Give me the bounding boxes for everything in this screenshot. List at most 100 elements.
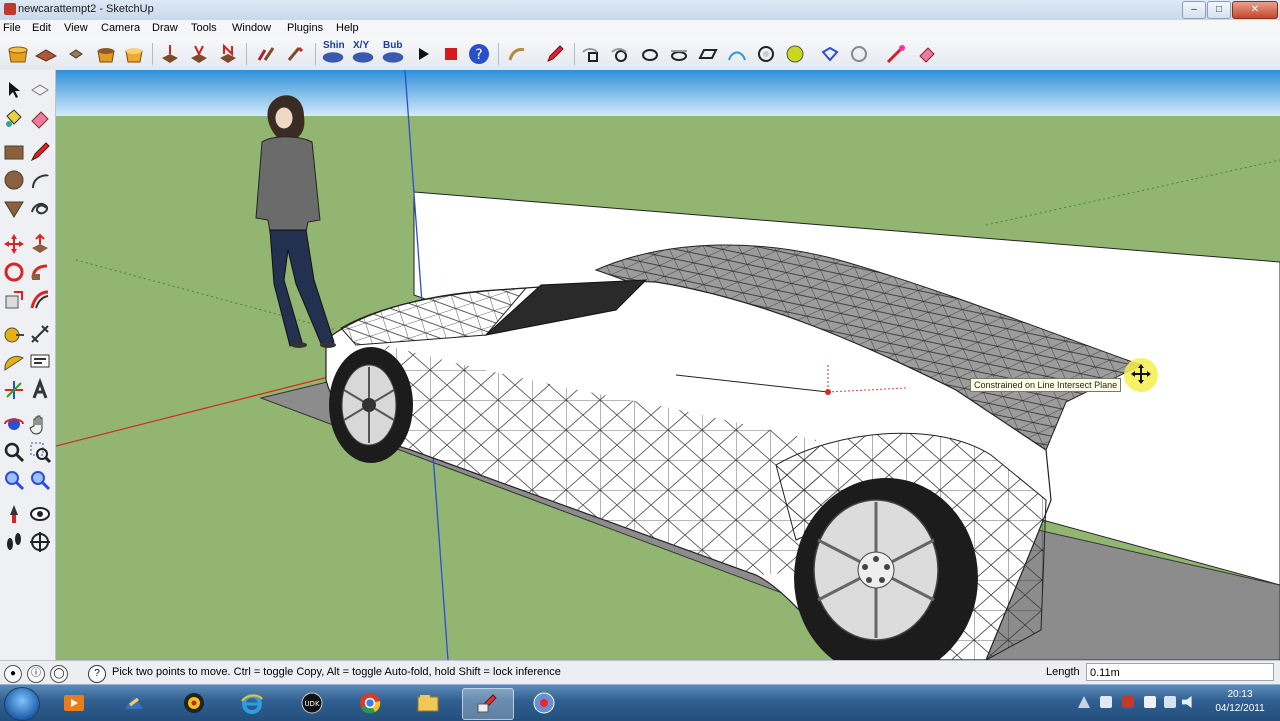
zoom-extents-icon[interactable] xyxy=(2,468,26,492)
follow-me-icon[interactable] xyxy=(725,42,749,66)
menu-draw[interactable]: Draw xyxy=(152,22,178,34)
taskbar-chrome[interactable] xyxy=(346,688,396,718)
walk-icon[interactable] xyxy=(2,530,26,554)
dimension-icon[interactable] xyxy=(28,322,52,346)
loop-select-icon[interactable] xyxy=(818,42,842,66)
select-arrow-icon[interactable] xyxy=(2,78,26,102)
paint-tag-icon[interactable] xyxy=(914,42,938,66)
array-copy-icon[interactable] xyxy=(696,42,720,66)
rectangle-icon[interactable] xyxy=(2,140,26,164)
help-icon[interactable]: ? xyxy=(467,42,491,66)
weld-icon[interactable] xyxy=(783,42,807,66)
look-around-icon[interactable] xyxy=(28,502,52,526)
menu-plugins[interactable]: Plugins xyxy=(287,22,323,34)
mirror-copy-icon[interactable] xyxy=(667,42,691,66)
add-axis-n-icon[interactable] xyxy=(216,42,240,66)
flip-along-icon[interactable] xyxy=(283,42,307,66)
menu-edit[interactable]: Edit xyxy=(32,22,51,34)
arc-icon[interactable] xyxy=(28,168,52,192)
add-axis-j-icon[interactable] xyxy=(158,42,182,66)
share-model-icon[interactable] xyxy=(34,42,58,66)
orbit-icon[interactable] xyxy=(2,412,26,436)
sync-icon[interactable] xyxy=(1100,696,1112,708)
move-icon[interactable] xyxy=(2,232,26,256)
zoom-window-icon[interactable] xyxy=(28,440,52,464)
menu-window[interactable]: Window xyxy=(232,22,271,34)
network-icon[interactable] xyxy=(1164,696,1176,708)
intersect-icon[interactable] xyxy=(754,42,778,66)
taskbar-sketchup[interactable] xyxy=(462,688,514,720)
add-axis-v-icon[interactable] xyxy=(187,42,211,66)
menu-file[interactable]: File xyxy=(3,22,21,34)
tape-measure-icon[interactable] xyxy=(2,322,26,346)
bub-plugin-button[interactable]: Bub xyxy=(381,40,409,66)
freehand-icon[interactable] xyxy=(28,196,52,220)
minimize-button[interactable]: – xyxy=(1182,1,1206,19)
taskbar-recorder[interactable] xyxy=(520,688,570,718)
menu-view[interactable]: View xyxy=(64,22,88,34)
flip-icon[interactable] xyxy=(254,42,278,66)
volume-icon[interactable] xyxy=(1182,696,1192,708)
geo-location-icon[interactable]: ● xyxy=(4,665,22,683)
measurement-box[interactable]: 0.11m xyxy=(1086,663,1274,681)
maximize-button[interactable]: □ xyxy=(1207,1,1231,19)
polygon-icon[interactable] xyxy=(2,196,26,220)
scale-copy-icon[interactable] xyxy=(638,42,662,66)
taskbar: UDK 20:13 04/12/2011 xyxy=(0,684,1280,721)
stop-icon[interactable] xyxy=(439,42,463,66)
user-icon[interactable]: ◯ xyxy=(50,665,68,683)
toolbar: Shin X/Y Bub ? xyxy=(0,38,1280,71)
get-models-icon[interactable] xyxy=(6,42,30,66)
credits-icon[interactable]: ⓘ xyxy=(27,665,45,683)
taskbar-explorer[interactable] xyxy=(404,688,454,718)
component-icon[interactable] xyxy=(64,42,88,66)
previous-view-icon[interactable] xyxy=(28,468,52,492)
pan-hand-icon[interactable] xyxy=(28,412,52,436)
shin-label: Shin xyxy=(323,40,345,51)
taskbar-internet-explorer[interactable] xyxy=(228,688,278,718)
text-icon[interactable] xyxy=(28,350,52,374)
outline-icon[interactable] xyxy=(847,42,871,66)
play-icon[interactable] xyxy=(411,42,435,66)
menu-camera[interactable]: Camera xyxy=(101,22,140,34)
position-camera-icon[interactable] xyxy=(2,502,26,526)
axes-icon[interactable] xyxy=(2,378,26,402)
move-copy-icon[interactable] xyxy=(580,42,604,66)
taskbar-media-player[interactable] xyxy=(50,688,100,718)
circle-icon[interactable] xyxy=(2,168,26,192)
menu-help[interactable]: Help xyxy=(336,22,359,34)
shin-plugin-button[interactable]: Shin xyxy=(321,40,349,66)
flag-icon[interactable] xyxy=(1144,696,1156,708)
antivirus-icon[interactable] xyxy=(1122,696,1134,708)
3d-text-icon[interactable] xyxy=(28,378,52,402)
push-pull-icon[interactable] xyxy=(28,232,52,256)
section-plane-icon[interactable] xyxy=(28,530,52,554)
zoom-icon[interactable] xyxy=(2,440,26,464)
eraser-icon[interactable] xyxy=(28,106,52,130)
tape-line-icon[interactable] xyxy=(884,42,908,66)
close-button[interactable]: ✕ xyxy=(1232,1,1278,19)
pencil-icon[interactable] xyxy=(543,42,567,66)
sandbox-from-scratch-icon[interactable] xyxy=(122,42,146,66)
scale-icon[interactable] xyxy=(2,288,26,312)
lasso-icon[interactable] xyxy=(505,42,529,66)
show-hidden-icons-icon[interactable] xyxy=(1078,696,1090,708)
offset-icon[interactable] xyxy=(28,288,52,312)
menu-tools[interactable]: Tools xyxy=(191,22,217,34)
taskbar-webcam[interactable] xyxy=(170,688,220,718)
taskbar-udk[interactable]: UDK xyxy=(288,688,338,718)
taskbar-mail[interactable] xyxy=(110,688,160,718)
protractor-icon[interactable] xyxy=(2,350,26,374)
start-button[interactable] xyxy=(4,687,40,721)
clock[interactable]: 20:13 04/12/2011 xyxy=(1200,688,1280,716)
line-pencil-icon[interactable] xyxy=(28,140,52,164)
paint-bucket-icon[interactable] xyxy=(2,106,26,130)
xyz-plugin-button[interactable]: X/Y xyxy=(351,40,379,66)
sandbox-from-contours-icon[interactable] xyxy=(94,42,118,66)
make-component-icon[interactable] xyxy=(28,78,52,102)
follow-me-tool-icon[interactable] xyxy=(28,260,52,284)
instructor-help-icon[interactable]: ? xyxy=(88,665,106,683)
rotate-icon[interactable] xyxy=(2,260,26,284)
rotate-copy-icon[interactable] xyxy=(609,42,633,66)
model-viewport[interactable]: Constrained on Line Intersect Plane xyxy=(56,70,1280,660)
